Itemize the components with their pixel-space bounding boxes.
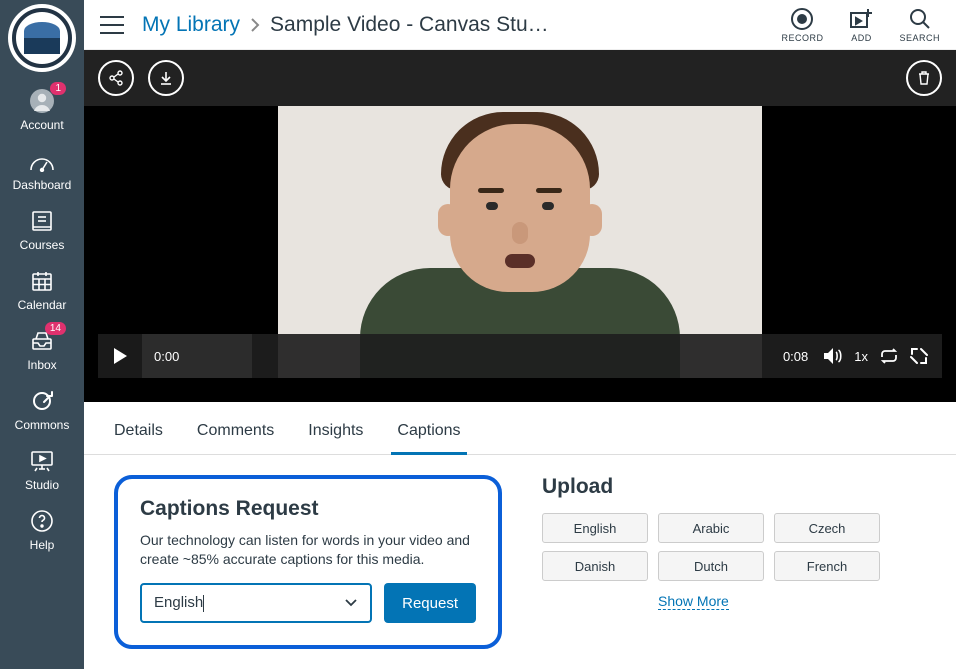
play-button[interactable] — [98, 334, 142, 378]
nav-calendar[interactable]: Calendar — [0, 260, 84, 320]
loop-button[interactable] — [874, 348, 904, 364]
nav-courses[interactable]: Courses — [0, 200, 84, 260]
nav-dashboard[interactable]: Dashboard — [0, 140, 84, 200]
nav-account[interactable]: 1 Account — [0, 80, 84, 140]
book-icon — [29, 208, 55, 234]
fullscreen-button[interactable] — [904, 347, 934, 365]
record-icon — [790, 7, 814, 31]
request-description: Our technology can listen for words in y… — [140, 531, 476, 569]
dashboard-icon — [29, 148, 55, 174]
upload-lang-czech[interactable]: Czech — [774, 513, 880, 543]
media-tabs: Details Comments Insights Captions — [84, 402, 956, 455]
studio-icon — [29, 448, 55, 474]
upload-lang-french[interactable]: French — [774, 551, 880, 581]
nav-commons[interactable]: Commons — [0, 380, 84, 440]
inbox-badge: 14 — [45, 322, 66, 335]
institution-logo[interactable] — [8, 4, 76, 72]
request-heading: Captions Request — [140, 497, 476, 521]
breadcrumb-library[interactable]: My Library — [142, 13, 240, 37]
current-time: 0:00 — [142, 334, 252, 378]
nav-help[interactable]: Help — [0, 500, 84, 560]
chevron-down-icon — [344, 598, 358, 608]
top-bar: My Library Sample Video - Canvas Stu… RE… — [84, 0, 956, 50]
breadcrumb-title: Sample Video - Canvas Stu… — [270, 13, 549, 37]
video-toolbar — [84, 50, 956, 106]
captions-panel: Captions Request Our technology can list… — [84, 455, 956, 669]
duration: 0:08 — [783, 349, 808, 364]
commons-icon — [29, 388, 55, 414]
video-area: 0:00 0:08 1x — [84, 50, 956, 402]
global-nav: 1 Account Dashboard Courses Calendar 14 … — [0, 0, 84, 669]
language-select[interactable]: English — [140, 583, 372, 623]
captions-request-box: Captions Request Our technology can list… — [114, 475, 502, 649]
nav-inbox[interactable]: 14 Inbox — [0, 320, 84, 380]
calendar-icon — [29, 268, 55, 294]
breadcrumb: My Library Sample Video - Canvas Stu… — [142, 13, 781, 37]
tab-details[interactable]: Details — [114, 422, 163, 454]
show-more-link[interactable]: Show More — [658, 593, 729, 610]
chevron-right-icon — [250, 18, 260, 32]
upload-lang-english[interactable]: English — [542, 513, 648, 543]
help-icon — [29, 508, 55, 534]
playback-speed[interactable]: 1x — [854, 349, 868, 364]
account-badge: 1 — [50, 82, 66, 95]
upload-lang-arabic[interactable]: Arabic — [658, 513, 764, 543]
tab-comments[interactable]: Comments — [197, 422, 274, 454]
upload-heading: Upload — [542, 475, 926, 499]
download-button[interactable] — [148, 60, 184, 96]
search-button[interactable]: SEARCH — [899, 7, 940, 43]
menu-toggle[interactable] — [100, 16, 124, 34]
upload-lang-dutch[interactable]: Dutch — [658, 551, 764, 581]
request-button[interactable]: Request — [384, 583, 476, 623]
add-button[interactable]: ADD — [849, 7, 873, 43]
tab-insights[interactable]: Insights — [308, 422, 363, 454]
nav-studio[interactable]: Studio — [0, 440, 84, 500]
upload-section: Upload English Arabic Czech Danish Dutch… — [542, 475, 926, 649]
delete-button[interactable] — [906, 60, 942, 96]
video-player[interactable]: 0:00 0:08 1x — [84, 106, 956, 402]
upload-lang-danish[interactable]: Danish — [542, 551, 648, 581]
add-media-icon — [849, 7, 873, 31]
volume-button[interactable] — [818, 347, 848, 365]
player-controls: 0:00 0:08 1x — [98, 334, 942, 378]
share-button[interactable] — [98, 60, 134, 96]
search-icon — [908, 7, 932, 31]
tab-captions[interactable]: Captions — [397, 422, 460, 454]
record-button[interactable]: RECORD — [781, 7, 823, 43]
